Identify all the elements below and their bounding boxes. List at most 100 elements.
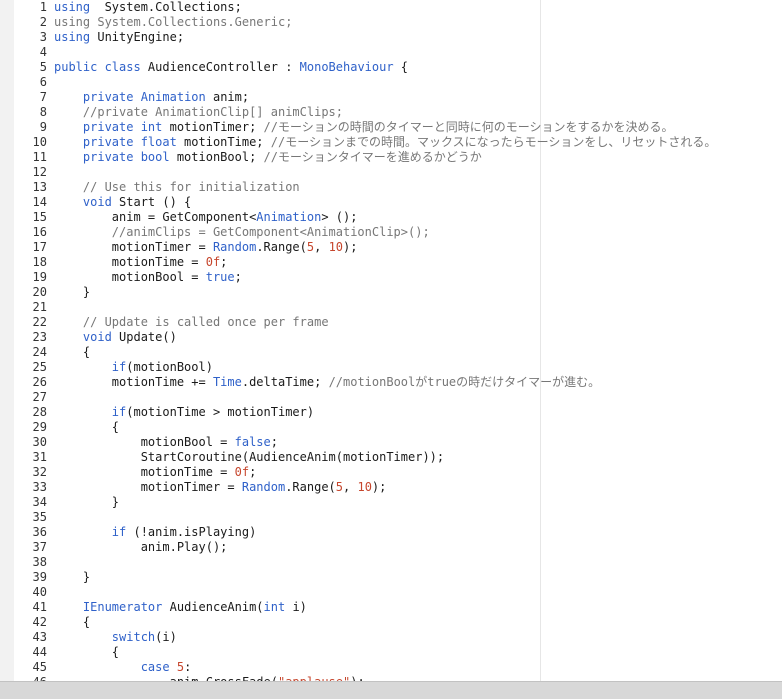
code-line[interactable]: 39 } [14,570,782,585]
code-editor[interactable]: 1 using System.Collections; 2 using System.… [0,0,782,681]
code-line[interactable]: 33 motionTimer = Random.Range(5, 10); [14,480,782,495]
code-token: void [82,330,112,344]
code-line[interactable]: 12 [14,165,782,180]
code-token: IEnumerator [82,600,163,614]
code-line[interactable]: 1 using System.Collections; [14,0,782,15]
code-line[interactable]: 26 motionTime += Time.deltaTime; //motio… [14,375,782,390]
code-line[interactable]: 7 private Animation anim; [14,90,782,105]
code-line[interactable]: 28 if(motionTime > motionTimer) [14,405,782,420]
code-token: motionBool; [169,150,264,164]
line-number: 23 [32,330,47,344]
code-token: , [314,240,329,254]
code-line[interactable]: 14 void Start () { [14,195,782,210]
code-line[interactable]: 25 if(motionBool) [14,360,782,375]
code-token: 0f [205,255,221,269]
line-number: 25 [32,360,47,374]
line-number: 41 [32,600,47,614]
code-line[interactable]: 4 [14,45,782,60]
line-number: 12 [32,165,47,179]
code-token: { [54,345,91,359]
line-number: 42 [32,615,47,629]
code-line[interactable]: 17 motionTimer = Random.Range(5, 10); [14,240,782,255]
code-line[interactable]: 32 motionTime = 0f; [14,465,782,480]
code-line[interactable]: 38 [14,555,782,570]
line-number: 37 [32,540,47,554]
code-token: 10 [357,480,372,494]
code-line[interactable]: 11 private bool motionBool; //モーションタイマーを… [14,150,782,165]
code-token: anim = GetComponent< [54,210,257,224]
code-token: Animation [140,90,206,104]
code-token: , [343,480,358,494]
code-line[interactable]: 24 { [14,345,782,360]
code-line[interactable]: 42 { [14,615,782,630]
line-number: 14 [32,195,47,209]
code-token: Random [212,240,257,254]
code-token: true [205,270,235,284]
code-line[interactable]: 9 private int motionTimer; //モーションの時間のタイ… [14,120,782,135]
code-line[interactable]: 3 using UnityEngine; [14,30,782,45]
code-token: // Use this for initialization [82,180,300,194]
code-token: { [54,615,91,629]
code-line[interactable]: 2 using System.Collections.Generic; [14,15,782,30]
line-number: 5 [39,60,47,74]
code-token: (motionBool) [126,360,213,374]
code-token: motionTimer = [54,480,242,494]
code-token: .Range( [256,240,307,254]
code-line[interactable]: 37 anim.Play(); [14,540,782,555]
code-line[interactable]: 45 case 5: [14,660,782,675]
code-line[interactable]: 31 StartCoroutine(AudienceAnim(motionTim… [14,450,782,465]
code-token: //private AnimationClip[] animClips; [82,105,343,119]
code-token: .deltaTime; [241,375,329,389]
code-line[interactable]: 27 [14,390,782,405]
line-number: 15 [32,210,47,224]
code-token: } [54,570,91,584]
code-line[interactable]: 16 //animClips = GetComponent<AnimationC… [14,225,782,240]
code-token: ); [343,240,358,254]
code-area[interactable]: 1 using System.Collections; 2 using System.… [14,0,782,681]
line-number: 34 [32,495,47,509]
line-number: 1 [39,0,47,14]
code-line[interactable]: 40 [14,585,782,600]
code-line[interactable]: 20 } [14,285,782,300]
code-line[interactable]: 22 // Update is called once per frame [14,315,782,330]
code-line[interactable]: 8 //private AnimationClip[] animClips; [14,105,782,120]
code-token: Start () { [111,195,192,209]
code-token: AudienceAnim( [162,600,264,614]
line-number: 36 [32,525,47,539]
line-number: 35 [32,510,47,524]
line-number: 27 [32,390,47,404]
code-token: int [263,600,286,614]
code-line[interactable]: 30 motionBool = false; [14,435,782,450]
code-token: 5 [335,480,344,494]
code-line[interactable]: 13 // Use this for initialization [14,180,782,195]
code-line[interactable]: 6 [14,75,782,90]
code-line[interactable]: 21 [14,300,782,315]
code-line[interactable]: 19 motionBool = true; [14,270,782,285]
code-token: //モーションの時間のタイマーと同時に何のモーションをするかを決める。 [263,120,674,134]
line-number: 33 [32,480,47,494]
line-number: 39 [32,570,47,584]
code-line[interactable]: 29 { [14,420,782,435]
code-token: 10 [328,240,344,254]
code-token: 0f [234,465,250,479]
code-line[interactable]: 35 [14,510,782,525]
code-token: motionTimer = [54,240,213,254]
code-token: } [54,495,120,509]
code-line[interactable]: 15 anim = GetComponent<Animation> (); [14,210,782,225]
code-token: i) [285,600,307,614]
code-line[interactable]: 44 { [14,645,782,660]
code-line[interactable]: 36 if (!anim.isPlaying) [14,525,782,540]
code-line[interactable]: 23 void Update() [14,330,782,345]
code-line[interactable]: 34 } [14,495,782,510]
code-line[interactable]: 5 public class AudienceController : MonoB… [14,60,782,75]
line-number: 9 [39,120,47,134]
code-line[interactable]: 18 motionTime = 0f; [14,255,782,270]
code-line[interactable]: 10 private float motionTime; //モーションまでの時… [14,135,782,150]
code-line[interactable]: 41 IEnumerator AudienceAnim(int i) [14,600,782,615]
code-line[interactable]: 43 switch(i) [14,630,782,645]
